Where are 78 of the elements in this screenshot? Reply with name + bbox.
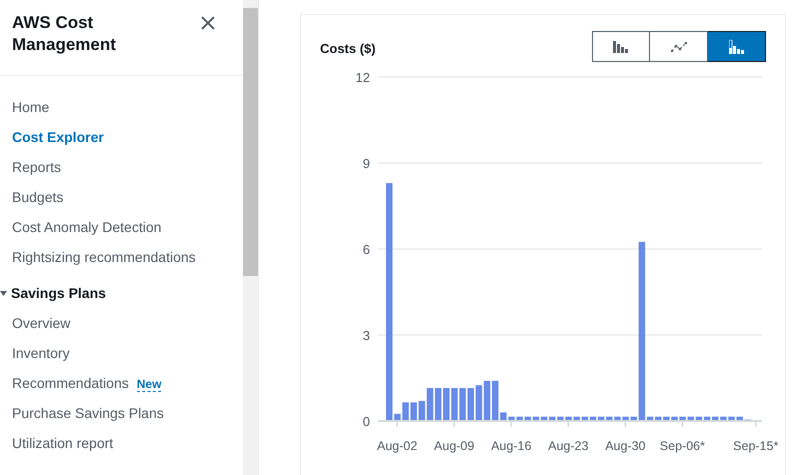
bar[interactable] (573, 416, 580, 420)
nav-link[interactable]: Recommendations (12, 368, 129, 398)
bar[interactable] (557, 416, 564, 420)
bar[interactable] (671, 416, 678, 420)
bar[interactable] (459, 388, 466, 420)
nav-link[interactable]: Cost Explorer (12, 122, 104, 152)
nav-link[interactable]: Overview (12, 308, 70, 338)
y-axis-label: 6 (362, 242, 370, 257)
bar[interactable] (590, 416, 596, 420)
x-axis-label: Sep-06* (660, 439, 705, 453)
bar[interactable] (606, 416, 613, 420)
bar[interactable] (434, 388, 442, 420)
bar[interactable] (704, 416, 710, 420)
nav-link[interactable]: Reports (12, 152, 62, 182)
bar[interactable] (679, 416, 686, 420)
chart-type-button[interactable] (650, 31, 708, 62)
nav-link[interactable]: Inventory (12, 338, 70, 368)
bar[interactable] (614, 416, 621, 420)
nav-link[interactable]: Rightsizing recommendations (12, 242, 196, 272)
section-toggle[interactable]: Savings Plans (0, 278, 106, 308)
bar[interactable] (500, 412, 507, 420)
bar[interactable] (549, 416, 556, 420)
nav-link[interactable]: Budgets (12, 182, 64, 212)
bar[interactable] (736, 416, 743, 420)
x-axis-label: Sep-15* (733, 439, 778, 453)
bar[interactable] (712, 416, 718, 420)
x-axis-label: Aug-02 (377, 439, 418, 453)
bar-chart-icon (613, 40, 629, 52)
y-axis-label: 12 (356, 70, 370, 85)
nav-link[interactable]: Purchase Savings Plans (12, 398, 164, 428)
y-axis-label: 9 (362, 156, 370, 171)
bar[interactable] (654, 416, 662, 420)
bar[interactable] (476, 385, 482, 420)
x-axis-label: Aug-23 (548, 439, 588, 453)
chart-type-button[interactable] (708, 31, 766, 62)
bar[interactable] (402, 402, 409, 420)
chart-title: Costs ($) (320, 40, 376, 58)
bar[interactable] (484, 380, 490, 420)
y-axis-label: 0 (362, 414, 370, 429)
stacked-bar-icon (728, 40, 744, 54)
bar[interactable] (394, 414, 401, 420)
bar[interactable] (443, 388, 450, 420)
y-axis-label: 3 (362, 328, 370, 343)
bar[interactable] (696, 416, 702, 420)
x-axis-label: Aug-30 (605, 439, 646, 453)
caret-icon (0, 290, 7, 296)
bar[interactable] (728, 416, 735, 420)
bar[interactable] (622, 416, 629, 420)
nav-link[interactable]: Home (12, 92, 50, 122)
bar[interactable] (516, 416, 523, 420)
x-axis-label: Aug-09 (434, 439, 474, 453)
bar[interactable] (410, 402, 417, 420)
bar[interactable] (630, 416, 637, 420)
bar[interactable] (688, 416, 694, 420)
bar[interactable] (418, 400, 426, 420)
line-chart-icon (670, 42, 686, 52)
bar[interactable] (638, 242, 646, 420)
bar[interactable] (720, 416, 727, 420)
bar[interactable] (663, 416, 670, 420)
bar[interactable] (508, 416, 515, 420)
bar[interactable] (492, 380, 498, 420)
bar[interactable] (540, 416, 548, 420)
x-axis-label: Aug-16 (491, 439, 532, 453)
bar[interactable] (598, 416, 604, 420)
close-icon[interactable] (201, 16, 215, 30)
nav-link[interactable]: Utilization report (12, 428, 114, 458)
bar[interactable] (565, 416, 572, 420)
bar[interactable] (646, 416, 654, 420)
sidebar-title: AWS Cost Management (12, 12, 117, 56)
new-badge: New (136, 377, 162, 392)
bar[interactable] (582, 416, 588, 420)
bar[interactable] (532, 416, 540, 420)
bar[interactable] (451, 388, 458, 420)
chart-type-button[interactable] (592, 31, 650, 62)
nav-link[interactable]: Cost Anomaly Detection (12, 212, 162, 242)
bar[interactable] (426, 388, 434, 420)
scrollbar-thumb[interactable] (243, 8, 258, 276)
bar[interactable] (524, 416, 532, 420)
